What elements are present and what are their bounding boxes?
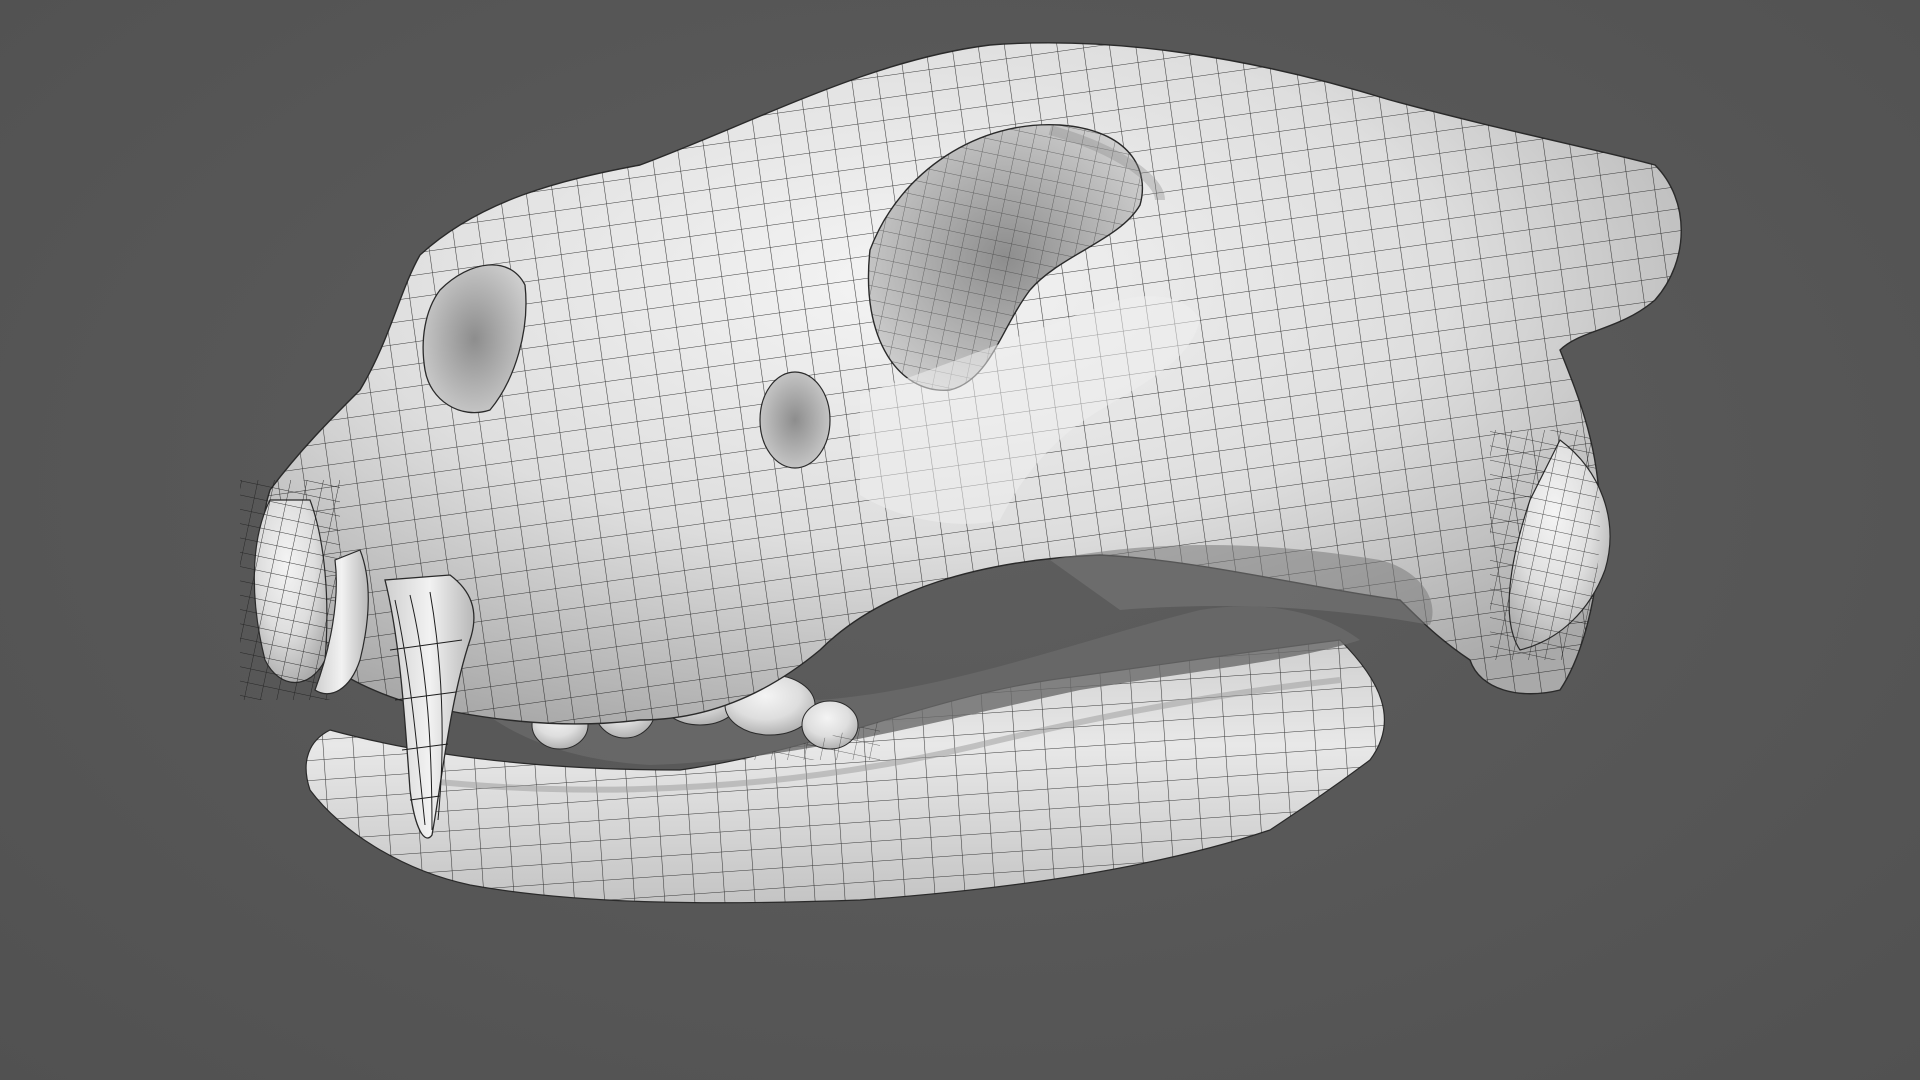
skull-wireframe-render [240,42,1682,904]
render-viewport[interactable] [0,0,1920,1080]
occipital [1490,430,1630,660]
infraorbital-foramen [759,371,831,469]
